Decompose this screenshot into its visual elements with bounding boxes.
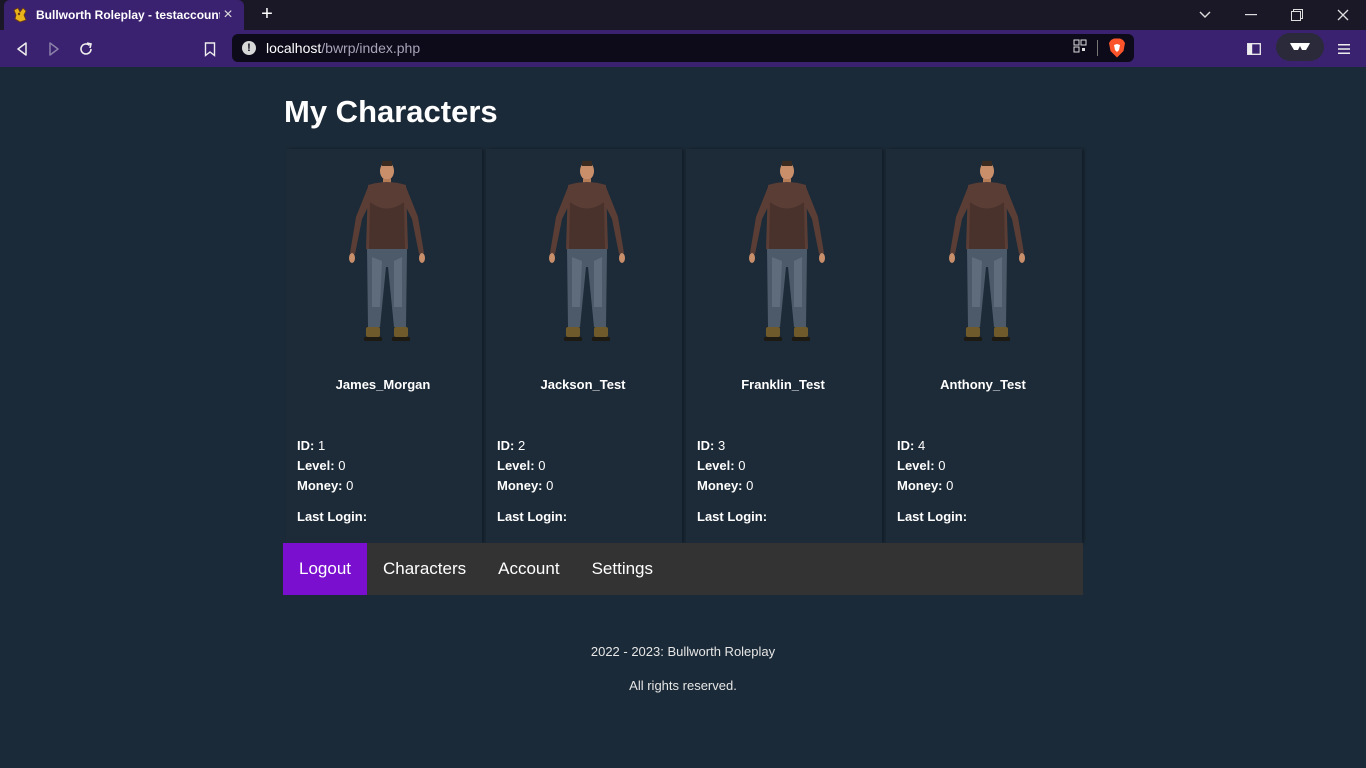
site-info-icon[interactable]: ! (242, 41, 256, 55)
character-level: 0 (938, 458, 946, 473)
last-login: Last Login: (897, 509, 967, 524)
page-title: My Characters (284, 94, 498, 129)
browser-tab-strip: Bullworth Roleplay - testaccount × + (0, 0, 1366, 30)
sidebar-toggle-icon[interactable] (1241, 36, 1267, 62)
last-login-label: Last Login: (697, 509, 768, 524)
footer: 2022 - 2023: Bullworth Roleplay All righ… (0, 643, 1366, 711)
character-money: 0 (746, 478, 754, 493)
character-model-image (749, 161, 825, 341)
bottom-navbar: Logout Characters Account Settings (283, 543, 1083, 595)
character-model-image (549, 161, 625, 341)
level-label: Level: (697, 458, 735, 473)
character-id: 2 (517, 438, 526, 453)
character-card[interactable]: Anthony_Test ID: 4 Level: 0 Money: 0 Las… (886, 149, 1082, 543)
forward-icon[interactable] (41, 36, 67, 62)
nav-settings[interactable]: Settings (576, 543, 669, 595)
footer-rights: All rights reserved. (629, 678, 737, 693)
menu-icon[interactable] (1331, 36, 1357, 62)
id-label: ID: (497, 438, 515, 453)
nav-characters[interactable]: Characters (367, 543, 482, 595)
back-icon[interactable] (9, 36, 35, 62)
character-model-image (349, 161, 425, 341)
id-label: ID: (697, 438, 715, 453)
address-bar-actions (1073, 38, 1126, 58)
level-label: Level: (897, 458, 935, 473)
money-label: Money: (897, 478, 943, 493)
last-login: Last Login: (297, 509, 367, 524)
footer-copyright: 2022 - 2023: Bullworth Roleplay (590, 644, 776, 659)
character-stats: ID: 3 Level: 0 Money: 0 (697, 436, 753, 496)
id-label: ID: (297, 438, 315, 453)
last-login-label: Last Login: (497, 509, 568, 524)
last-login: Last Login: (697, 509, 767, 524)
new-tab-icon[interactable]: + (256, 4, 278, 26)
tab-title: Bullworth Roleplay - testaccount (36, 8, 220, 22)
character-id: 4 (917, 438, 926, 453)
close-window-icon[interactable] (1320, 0, 1366, 30)
character-name[interactable]: Jackson_Test (486, 377, 680, 392)
bookmark-icon[interactable] (197, 36, 223, 62)
id-label: ID: (897, 438, 915, 453)
character-card[interactable]: James_Morgan ID: 1 Level: 0 Money: 0 Las… (286, 149, 482, 543)
last-login-label: Last Login: (297, 509, 368, 524)
character-model-image (949, 161, 1025, 341)
url-path: /bwrp/index.php (321, 40, 421, 56)
nav-account[interactable]: Account (482, 543, 575, 595)
character-level: 0 (738, 458, 746, 473)
brave-shields-icon[interactable] (1108, 38, 1126, 58)
character-name[interactable]: Anthony_Test (886, 377, 1080, 392)
money-label: Money: (497, 478, 543, 493)
money-label: Money: (697, 478, 743, 493)
address-bar[interactable]: ! localhost/bwrp/index.php (232, 34, 1134, 62)
address-bar-divider (1097, 40, 1098, 56)
level-label: Level: (297, 458, 335, 473)
character-id: 3 (717, 438, 726, 453)
tab-close-icon[interactable]: × (220, 7, 236, 23)
nav-logout[interactable]: Logout (283, 543, 367, 595)
bullworth-favicon-icon (12, 7, 28, 23)
reload-icon[interactable] (73, 36, 99, 62)
character-id: 1 (317, 438, 326, 453)
character-money: 0 (546, 478, 554, 493)
minimize-icon[interactable] (1228, 0, 1274, 30)
private-sunglasses-icon[interactable] (1276, 33, 1324, 61)
browser-tab[interactable]: Bullworth Roleplay - testaccount × (4, 0, 244, 30)
character-stats: ID: 2 Level: 0 Money: 0 (497, 436, 553, 496)
restore-icon[interactable] (1274, 0, 1320, 30)
character-stats: ID: 4 Level: 0 Money: 0 (897, 436, 953, 496)
character-name[interactable]: James_Morgan (286, 377, 480, 392)
character-card[interactable]: Jackson_Test ID: 2 Level: 0 Money: 0 Las… (486, 149, 682, 543)
last-login-label: Last Login: (897, 509, 968, 524)
character-stats: ID: 1 Level: 0 Money: 0 (297, 436, 353, 496)
character-money: 0 (346, 478, 354, 493)
character-list: James_Morgan ID: 1 Level: 0 Money: 0 Las… (286, 149, 1083, 543)
last-login: Last Login: (497, 509, 567, 524)
character-name[interactable]: Franklin_Test (686, 377, 880, 392)
character-level: 0 (538, 458, 546, 473)
money-label: Money: (297, 478, 343, 493)
url-host: localhost (266, 40, 322, 56)
character-level: 0 (338, 458, 346, 473)
character-card[interactable]: Franklin_Test ID: 3 Level: 0 Money: 0 La… (686, 149, 882, 543)
browser-toolbar: ! localhost/bwrp/index.php (0, 30, 1366, 67)
character-money: 0 (946, 478, 954, 493)
level-label: Level: (497, 458, 535, 473)
tab-search-chevron-icon[interactable] (1182, 0, 1228, 30)
qr-code-icon[interactable] (1073, 39, 1087, 58)
